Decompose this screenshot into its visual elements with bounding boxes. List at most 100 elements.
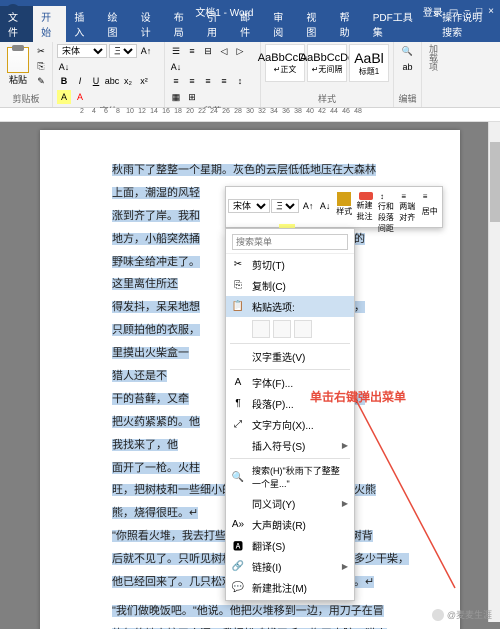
ctx-insert-symbol[interactable]: 插入符号(S)▶ (226, 435, 354, 456)
font-color-button[interactable]: A (73, 90, 87, 104)
ctx-new-comment[interactable]: 💬新建批注(M) (226, 577, 354, 598)
mt-font-select[interactable]: 宋体 (228, 199, 270, 213)
tab-layout[interactable]: 布局 (166, 6, 199, 42)
copy-button[interactable]: ⎘ (34, 59, 48, 73)
shading-button[interactable]: ▦ (169, 90, 183, 104)
scrollbar-thumb[interactable] (490, 142, 500, 222)
clipboard-label: 剪贴板 (4, 92, 48, 105)
tab-help[interactable]: 帮助 (332, 6, 365, 42)
line-spacing-button[interactable]: ↕ (233, 74, 247, 88)
find-button[interactable]: 🔍 (401, 44, 415, 58)
tell-me[interactable]: ♀操作说明搜索 (424, 6, 500, 42)
ctx-paste-icons (226, 317, 354, 341)
ctx-search-text[interactable]: 🔍搜索(H)"秋雨下了整整一个星..." (226, 461, 354, 493)
align-left-button[interactable]: ≡ (169, 74, 183, 88)
strike-button[interactable]: abc (105, 74, 119, 88)
tab-draw[interactable]: 绘图 (99, 6, 132, 42)
ctx-copy[interactable]: ⎘复制(C) (226, 275, 354, 296)
tab-pdf[interactable]: PDF工具集 (365, 6, 424, 42)
group-clipboard: 粘贴 ✂ ⎘ ✎ 剪贴板 (0, 42, 53, 107)
comment-icon: 💬 (231, 581, 245, 595)
ctx-paste-options[interactable]: 📋粘贴选项: (226, 296, 354, 317)
mt-size-select[interactable]: 三号 (271, 199, 299, 213)
chevron-right-icon: ▶ (342, 562, 348, 571)
tab-home[interactable]: 开始 (33, 6, 66, 42)
ctx-link[interactable]: 🔗链接(I)▶ (226, 556, 354, 577)
tab-review[interactable]: 审阅 (265, 6, 298, 42)
paste-icon: 📋 (231, 300, 245, 314)
ctx-search (226, 231, 354, 254)
ctx-text-direction[interactable]: ⤢文字方向(X)... (226, 414, 354, 435)
tab-mailings[interactable]: 邮件 (232, 6, 265, 42)
tab-view[interactable]: 视图 (298, 6, 331, 42)
increase-indent-button[interactable]: ▷ (233, 44, 247, 58)
paragraph-icon: ¶ (231, 397, 245, 411)
bullets-button[interactable]: ☰ (169, 44, 183, 58)
decrease-indent-button[interactable]: ◁ (217, 44, 231, 58)
para: "我们做晚饭吧。"他说。他把火堆移到一边，用刀子在冒 (90, 601, 410, 622)
multilevel-button[interactable]: ⊟ (201, 44, 215, 58)
group-editing: 🔍 ab 编辑 (394, 42, 422, 107)
mt-styles[interactable]: 样式 (334, 189, 354, 223)
separator (230, 369, 350, 370)
avatar-icon (432, 609, 444, 621)
group-paragraph: ☰ ≡ ⊟ ◁ ▷ A↓ ≡ ≡ ≡ ≡ ↕ ▦ ⊞ 段落 (165, 42, 261, 107)
ctx-reconvert[interactable]: 汉字重选(V) (226, 346, 354, 367)
ribbon-tabs: 文件 开始 插入 绘图 设计 布局 引用 邮件 审阅 视图 帮助 PDF工具集 … (0, 22, 500, 42)
ctx-cut[interactable]: ✂剪切(T) (226, 254, 354, 275)
font-name-select[interactable]: 宋体 (57, 44, 107, 58)
paste-merge-icon[interactable] (273, 320, 291, 338)
tab-insert[interactable]: 插入 (66, 6, 99, 42)
mini-toolbar: 宋体 三号 A↑ A↓ 样式 新建批注 ↕行和段落间距 ≡两端对齐 ≡居中 B … (225, 186, 443, 228)
context-menu: ✂剪切(T) ⎘复制(C) 📋粘贴选项: 汉字重选(V) A字体(F)... ¶… (225, 228, 355, 601)
tab-design[interactable]: 设计 (133, 6, 166, 42)
cut-button[interactable]: ✂ (34, 44, 48, 58)
scissors-icon: ✂ (231, 258, 245, 272)
tab-references[interactable]: 引用 (199, 6, 232, 42)
paste-button[interactable]: 粘贴 (4, 47, 32, 86)
font-size-select[interactable]: 三号 (109, 44, 137, 58)
highlight-button[interactable]: A (57, 90, 71, 104)
ruler[interactable]: 2468101214161820222426283032343638404244… (0, 108, 500, 122)
style-heading1[interactable]: AaBl标题1 (349, 44, 389, 82)
ctx-font[interactable]: A字体(F)... (226, 372, 354, 393)
mt-center[interactable]: ≡居中 (420, 189, 440, 223)
style-nospace[interactable]: AaBbCcDd↵无间隔 (307, 44, 347, 82)
mt-justify[interactable]: ≡两端对齐 (398, 189, 418, 223)
paste-keep-formatting-icon[interactable] (252, 320, 270, 338)
ctx-read-aloud[interactable]: A»大声朗读(R) (226, 514, 354, 535)
watermark: @麦麦生涯 (432, 608, 492, 621)
numbering-button[interactable]: ≡ (185, 44, 199, 58)
replace-button[interactable]: ab (401, 60, 415, 74)
paste-text-only-icon[interactable] (294, 320, 312, 338)
sort-button[interactable]: A↓ (169, 60, 183, 74)
align-center-button[interactable]: ≡ (185, 74, 199, 88)
bold-button[interactable]: B (57, 74, 71, 88)
ctx-search-input[interactable] (232, 234, 348, 250)
link-icon: 🔗 (231, 560, 245, 574)
sup-button[interactable]: x² (137, 74, 151, 88)
shrink-font-button[interactable]: A↓ (57, 60, 71, 74)
chevron-right-icon: ▶ (342, 441, 348, 450)
editing-label: 编辑 (398, 92, 417, 105)
styles-label: 样式 (265, 92, 389, 105)
grow-font-button[interactable]: A↑ (139, 44, 153, 58)
italic-button[interactable]: I (73, 74, 87, 88)
search-icon: 🔍 (231, 470, 245, 484)
ctx-synonym[interactable]: 同义词(Y)▶ (226, 493, 354, 514)
mt-spacing[interactable]: ↕行和段落间距 (377, 189, 397, 223)
sub-button[interactable]: x₂ (121, 74, 135, 88)
align-right-button[interactable]: ≡ (201, 74, 215, 88)
mt-shrink-font[interactable]: A↓ (317, 198, 333, 214)
justify-button[interactable]: ≡ (217, 74, 231, 88)
ctx-paragraph[interactable]: ¶段落(P)... (226, 393, 354, 414)
borders-button[interactable]: ⊞ (185, 90, 199, 104)
vertical-scrollbar[interactable] (488, 122, 500, 622)
tab-file[interactable]: 文件 (0, 6, 33, 42)
underline-button[interactable]: U (89, 74, 103, 88)
mt-grow-font[interactable]: A↑ (300, 198, 316, 214)
ctx-translate[interactable]: 🅰翻译(S) (226, 535, 354, 556)
mt-comment[interactable]: 新建批注 (355, 189, 375, 223)
format-painter-button[interactable]: ✎ (34, 74, 48, 88)
translate-icon: 🅰 (231, 539, 245, 553)
